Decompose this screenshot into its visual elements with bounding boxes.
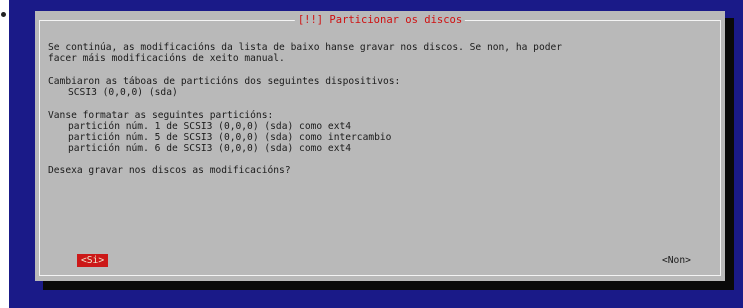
confirm-question: Desexa gravar nos discos as modificación… bbox=[48, 165, 291, 176]
dialog-title: [!!] Particionar os discos bbox=[294, 11, 466, 29]
list-bullet bbox=[1, 12, 6, 17]
partition-item: partición núm. 5 de SCSI3 (0,0,0) (sda) … bbox=[68, 132, 392, 143]
tables-heading: Cambiaron as táboas de particións dos se… bbox=[48, 76, 401, 87]
intro-text-line-2: facer máis modificacións de xeito manual… bbox=[48, 53, 285, 64]
tables-device: SCSI3 (0,0,0) (sda) bbox=[68, 87, 178, 98]
no-button[interactable]: <Non> bbox=[662, 254, 691, 267]
dialog-content: Se continúa, as modificacións da lista d… bbox=[48, 42, 708, 176]
format-heading: Vanse formatar as seguintes particións: bbox=[48, 110, 274, 121]
installer-screen: [!!] Particionar os discos Se continúa, … bbox=[9, 0, 743, 308]
partition-item: partición núm. 1 de SCSI3 (0,0,0) (sda) … bbox=[68, 121, 352, 132]
intro-text-line-1: Se continúa, as modificacións da lista d… bbox=[48, 42, 563, 53]
partition-item: partición núm. 6 de SCSI3 (0,0,0) (sda) … bbox=[68, 143, 352, 154]
yes-button[interactable]: <Si> bbox=[77, 254, 109, 267]
partition-dialog: [!!] Particionar os discos Se continúa, … bbox=[35, 11, 725, 281]
